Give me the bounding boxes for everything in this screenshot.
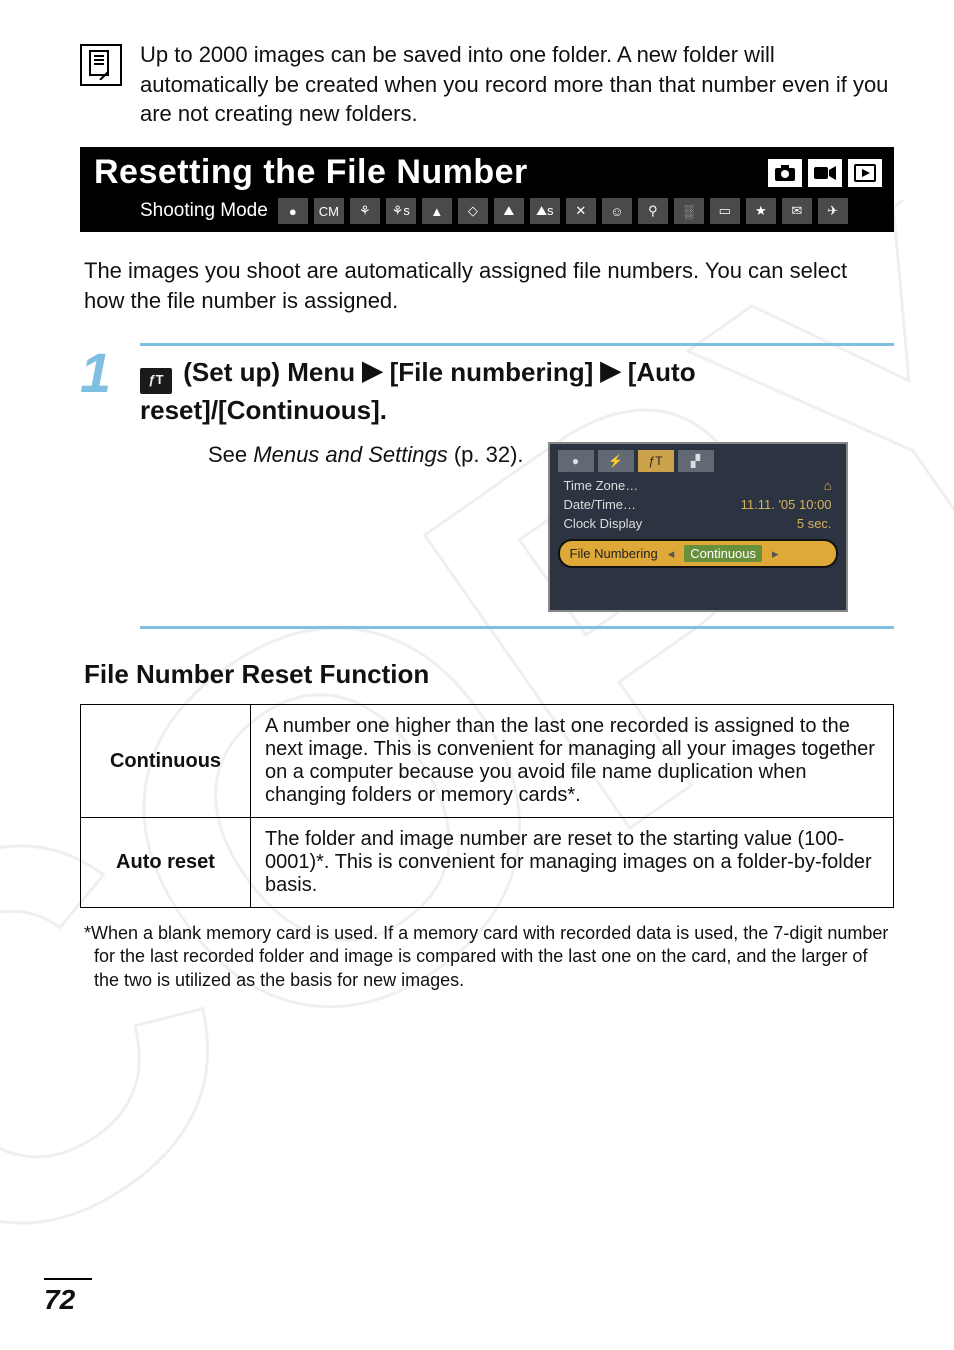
step-title-part1: (Set up) Menu: [183, 357, 355, 387]
play-icon: [848, 159, 882, 187]
table-value: The folder and image number are reset to…: [251, 818, 894, 908]
see-suffix: (p. 32).: [448, 442, 524, 467]
lcd-tab: ▞: [678, 450, 714, 472]
shooting-mode-row: Shooting Mode ● CM ⚘ ⚘s ▲ ◇ ⛰ ⛰s ✕ ☺ ⚲ ░…: [80, 196, 894, 232]
step-title: ƒT (Set up) Menu ▶ [File numbering] ▶ [A…: [140, 356, 894, 426]
shooting-mode-chip: ●: [278, 198, 308, 224]
info-note: Up to 2000 images can be saved into one …: [80, 40, 894, 129]
shooting-mode-chip: CM: [314, 198, 344, 224]
page-number-rule: [44, 1278, 92, 1280]
reset-function-table: Continuous A number one higher than the …: [80, 704, 894, 908]
shooting-mode-chip: ⛰: [494, 198, 524, 224]
note-page-icon: [80, 44, 122, 86]
shooting-mode-chip: ✉: [782, 198, 812, 224]
lcd-row: Time Zone…⌂: [550, 476, 846, 495]
shooting-mode-chip: ░: [674, 198, 704, 224]
triangle-icon: ▶: [362, 354, 382, 387]
footnote: *When a blank memory card is used. If a …: [84, 922, 890, 992]
shooting-mode-label: Shooting Mode: [140, 200, 268, 222]
lcd-preview: ● ⚡ ƒT ▞ Time Zone…⌂ Date/Time…11.11. '0…: [548, 442, 848, 612]
shooting-mode-chip: ★: [746, 198, 776, 224]
subsection-heading: File Number Reset Function: [84, 659, 890, 690]
page-number: 72: [44, 1284, 75, 1316]
see-prefix: See: [208, 442, 253, 467]
triangle-icon: ▶: [600, 354, 620, 387]
shooting-mode-chip: ⚲: [638, 198, 668, 224]
table-row: Auto reset The folder and image number a…: [81, 818, 894, 908]
table-key: Continuous: [81, 705, 251, 818]
intro-paragraph: The images you shoot are automatically a…: [84, 256, 890, 315]
table-key: Auto reset: [81, 818, 251, 908]
lcd-tab: ⚡: [598, 450, 634, 472]
lcd-tab-active: ƒT: [638, 450, 674, 472]
lcd-row: Clock Display5 sec.: [550, 514, 846, 533]
shooting-mode-chip: ⚘: [350, 198, 380, 224]
shooting-mode-chip: ✈: [818, 198, 848, 224]
lcd-highlight-key: File Numbering: [570, 546, 658, 561]
shooting-mode-chip: ◇: [458, 198, 488, 224]
step-1: 1 ƒT (Set up) Menu ▶ [File numbering] ▶ …: [80, 343, 894, 629]
step-number: 1: [80, 343, 140, 401]
shooting-mode-chip: ▭: [710, 198, 740, 224]
setup-menu-icon: ƒT: [140, 368, 172, 394]
lcd-tab: ●: [558, 450, 594, 472]
step-see-text: See Menus and Settings (p. 32).: [208, 442, 524, 468]
heading-bar: Resetting the File Number: [80, 147, 894, 196]
lcd-highlight-value: Continuous: [684, 545, 762, 562]
table-value: A number one higher than the last one re…: [251, 705, 894, 818]
info-note-text: Up to 2000 images can be saved into one …: [140, 40, 894, 129]
heading-mode-icons: [768, 159, 882, 187]
shooting-mode-chip: ✕: [566, 198, 596, 224]
lcd-highlight-row: File Numbering ◂ Continuous ▸: [558, 539, 838, 568]
lcd-row: Date/Time…11.11. '05 10:00: [550, 495, 846, 514]
heading-title: Resetting the File Number: [94, 153, 528, 192]
shooting-mode-chip: ⛰s: [530, 198, 560, 224]
shooting-mode-chip: ⚘s: [386, 198, 416, 224]
shooting-mode-chip: ☺: [602, 198, 632, 224]
table-row: Continuous A number one higher than the …: [81, 705, 894, 818]
shooting-mode-chip: ▲: [422, 198, 452, 224]
video-icon: [808, 159, 842, 187]
step-title-part2: [File numbering]: [390, 357, 594, 387]
camera-icon: [768, 159, 802, 187]
see-italic: Menus and Settings: [253, 442, 447, 467]
